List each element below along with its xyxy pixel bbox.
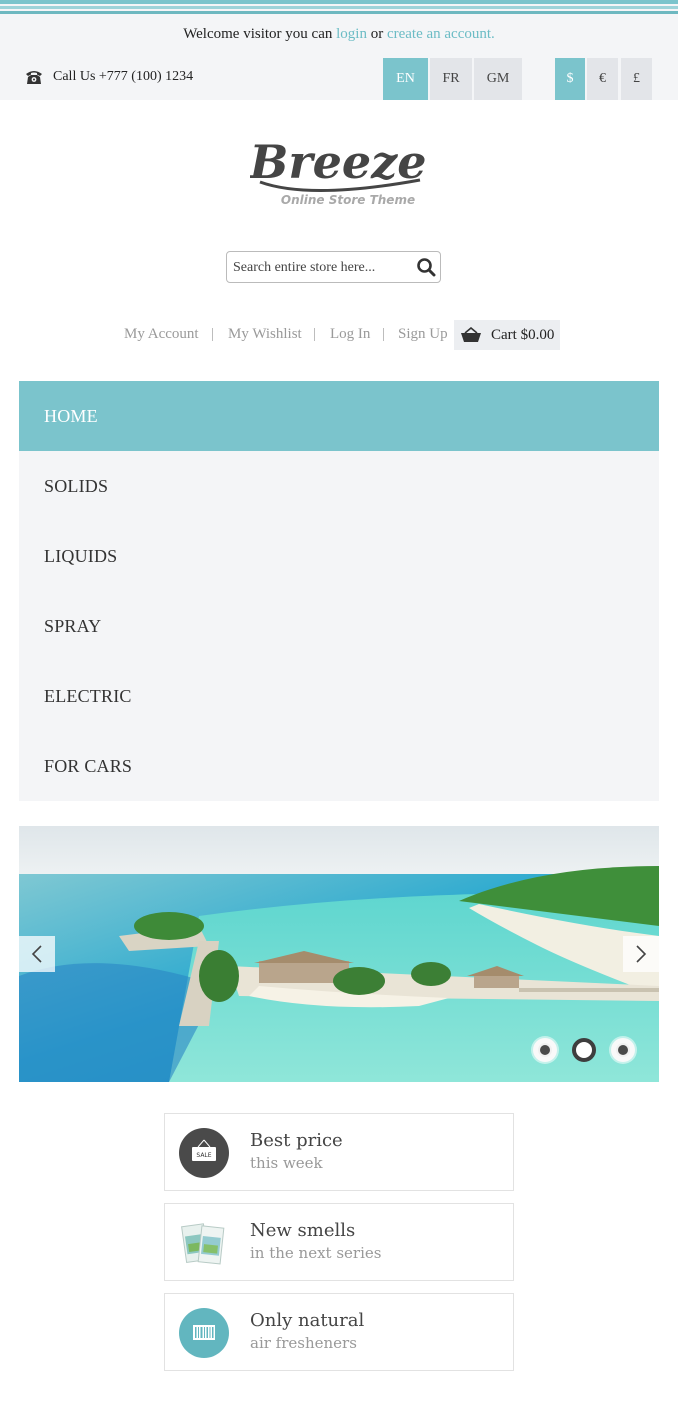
breeze-logo-image: Breeze Online Store Theme	[247, 135, 427, 207]
top-accent-stripe	[0, 0, 678, 16]
search-box	[226, 251, 441, 283]
menu-item-spray[interactable]: SPRAY	[19, 591, 659, 661]
feature-title: Best price	[250, 1130, 343, 1151]
main-menu: HOME SOLIDS LIQUIDS SPRAY ELECTRIC FOR C…	[19, 381, 659, 801]
my-account-link[interactable]: My Account	[124, 326, 199, 343]
call-us-text: Call Us +777 (100) 1234	[53, 69, 194, 84]
welcome-text: Welcome visitor you can	[183, 26, 333, 42]
slider-next-button[interactable]	[623, 936, 659, 972]
language-fr-button[interactable]: FR	[430, 58, 472, 100]
menu-item-liquids[interactable]: LIQUIDS	[19, 521, 659, 591]
search-input[interactable]	[233, 257, 413, 279]
cart-button[interactable]: Cart $0.00	[454, 320, 560, 350]
separator: |	[211, 326, 215, 342]
feature-title: New smells	[250, 1220, 356, 1241]
account-links: My Account | My Wishlist | Log In | Sign…	[0, 320, 678, 350]
sale-tag-text: SALE	[196, 1152, 211, 1159]
feature-only-natural[interactable]: Only natural air fresheners	[164, 1293, 514, 1371]
menu-item-for-cars[interactable]: FOR CARS	[19, 731, 659, 801]
feature-subtitle: this week	[250, 1154, 323, 1172]
currency-euro-button[interactable]: €	[587, 58, 618, 100]
feature-best-price[interactable]: SALE Best price this week	[164, 1113, 514, 1191]
tropical-island-slide-image	[19, 826, 659, 1082]
login-link[interactable]: login	[336, 26, 367, 42]
store-logo[interactable]: Breeze Online Store Theme	[247, 120, 430, 210]
or-text: or	[370, 26, 384, 42]
call-us: Call Us +777 (100) 1234	[24, 69, 193, 85]
feature-subtitle: in the next series	[250, 1244, 382, 1262]
slider-dot-2[interactable]	[572, 1038, 596, 1062]
welcome-message: Welcome visitor you can login or create …	[0, 26, 678, 43]
currency-dollar-button[interactable]: $	[555, 58, 585, 100]
slider-dot-1[interactable]	[533, 1038, 557, 1062]
top-bar: Welcome visitor you can login or create …	[0, 16, 678, 100]
menu-item-electric[interactable]: ELECTRIC	[19, 661, 659, 731]
barcode-icon	[179, 1308, 229, 1358]
language-gm-button[interactable]: GM	[474, 58, 522, 100]
menu-item-solids[interactable]: SOLIDS	[19, 451, 659, 521]
basket-icon	[461, 327, 481, 342]
slider-dot-3[interactable]	[611, 1038, 635, 1062]
chevron-right-icon	[636, 945, 647, 963]
feature-new-smells[interactable]: New smells in the next series	[164, 1203, 514, 1281]
my-wishlist-link[interactable]: My Wishlist	[228, 326, 302, 343]
menu-item-home[interactable]: HOME	[19, 381, 659, 451]
feature-subtitle: air fresheners	[250, 1334, 357, 1352]
currency-pound-button[interactable]: £	[621, 58, 652, 100]
air-freshener-packs-icon	[181, 1223, 225, 1265]
feature-title: Only natural	[250, 1310, 365, 1331]
logo-subtitle: Online Store Theme	[281, 193, 415, 207]
hero-slider	[19, 826, 659, 1082]
telephone-icon	[26, 71, 42, 84]
chevron-left-icon	[31, 945, 42, 963]
cart-label: Cart $0.00	[491, 326, 555, 343]
sign-up-link[interactable]: Sign Up	[398, 326, 448, 343]
sale-tag-icon: SALE	[179, 1128, 229, 1178]
create-account-link[interactable]: create an account.	[387, 26, 495, 42]
separator: |	[382, 326, 386, 342]
slider-prev-button[interactable]	[19, 936, 55, 972]
search-icon[interactable]	[416, 257, 436, 277]
language-en-button[interactable]: EN	[383, 58, 428, 100]
logo-title: Breeze	[250, 135, 427, 189]
separator: |	[313, 326, 317, 342]
log-in-link[interactable]: Log In	[330, 326, 370, 343]
